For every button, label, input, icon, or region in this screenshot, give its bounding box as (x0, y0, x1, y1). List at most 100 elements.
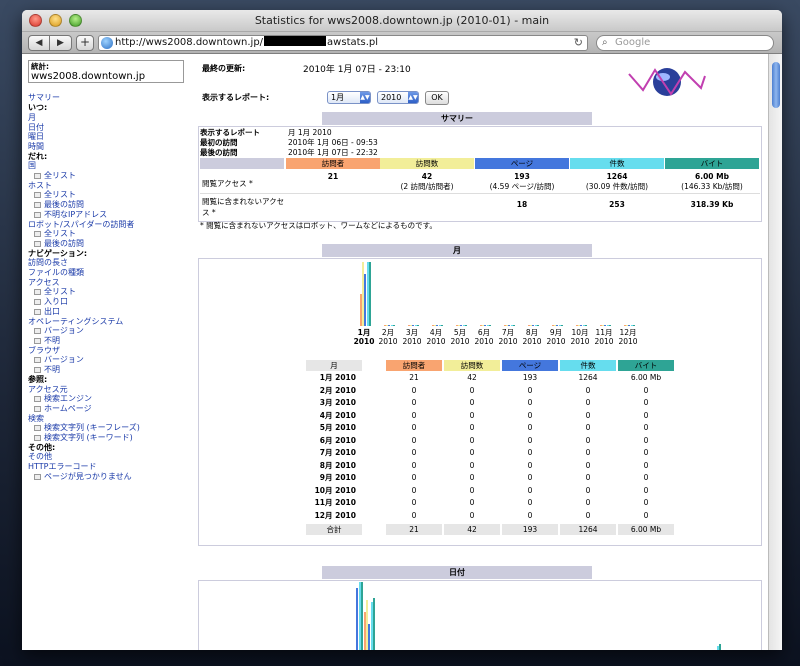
month-select-value: 1月 (331, 93, 345, 102)
page-content: 統計: wws2008.downtown.jp サマリー いつ: 月日付 曜日 時間 だれ… (22, 54, 782, 650)
minimize-window-button[interactable] (49, 14, 62, 27)
sidebar-label: 全リスト (44, 171, 76, 181)
sidebar-item[interactable]: ブラウザ (28, 346, 184, 356)
sidebar-subitem[interactable]: 全リスト (28, 229, 184, 239)
subitem-icon (34, 367, 41, 374)
sidebar-subitem[interactable]: バージョン (28, 326, 184, 336)
sidebar-subitem[interactable]: 検索エンジン (28, 394, 184, 404)
title-bar: Statistics for wws2008.downtown.jp (2010… (22, 10, 782, 32)
sidebar-label: ページが見つかりません (44, 471, 132, 481)
back-button[interactable]: ◀ (28, 35, 50, 51)
sidebar-label: だれ: (28, 151, 48, 161)
search-field[interactable]: ⌕ Google (596, 35, 774, 51)
host-name: wws2008.downtown.jp (31, 70, 146, 82)
stats-host-box: 統計: wws2008.downtown.jp (28, 60, 184, 84)
sidebar-subitem[interactable]: ホームページ (28, 404, 184, 414)
sidebar-subitem[interactable]: 検索文字列 (キーワード) (28, 433, 184, 443)
sidebar-item[interactable]: 曜日 (28, 132, 184, 142)
sidebar-subitem[interactable]: 全リスト (28, 287, 184, 297)
sidebar-label: いつ: (28, 103, 48, 113)
browser-toolbar: ◀ ▶ + http://wws2008.downtown.jp/awstats… (22, 32, 782, 54)
sidebar-item[interactable]: 検索 (28, 414, 184, 424)
sidebar-item[interactable]: 国 (28, 161, 184, 171)
sidebar-subitem[interactable]: 不明 (28, 336, 184, 346)
sidebar-label: 訪問の長さ (28, 258, 68, 268)
sidebar-item[interactable]: その他 (28, 452, 184, 462)
subitem-icon (34, 357, 41, 364)
sidebar-item[interactable]: サマリー (28, 93, 184, 103)
subitem-icon (34, 337, 41, 344)
forward-button[interactable]: ▶ (50, 35, 72, 51)
browser-window: Statistics for wws2008.downtown.jp (2010… (22, 10, 782, 650)
sidebar-subitem[interactable]: 最後の訪問 (28, 200, 184, 210)
subitem-icon (34, 289, 41, 296)
sidebar-item[interactable]: 訪問の長さ (28, 258, 184, 268)
subitem-icon (34, 473, 41, 480)
sidebar-item[interactable]: 時間 (28, 142, 184, 152)
vertical-scrollbar[interactable] (768, 54, 782, 650)
sidebar-label: 不明なIPアドレス (44, 209, 108, 219)
zoom-window-button[interactable] (69, 14, 82, 27)
search-placeholder: Google (615, 37, 651, 48)
window-title: Statistics for wws2008.downtown.jp (2010… (254, 14, 550, 27)
sidebar-item[interactable]: アクセス (28, 278, 184, 288)
sidebar-label: サマリー (28, 93, 60, 103)
sidebar-label: 全リスト (44, 229, 76, 239)
sidebar-item[interactable]: アクセス元 (28, 385, 184, 395)
sidebar-subitem[interactable]: 不明 (28, 365, 184, 375)
sidebar-item[interactable]: HTTPエラーコード (28, 462, 184, 472)
sidebar-label: ロボット/スパイダーの訪問者 (28, 219, 135, 229)
sidebar-subitem[interactable]: ページが見つかりません (28, 472, 184, 482)
sidebar-item[interactable]: ファイルの種類 (28, 268, 184, 278)
sidebar-label: アクセス (28, 277, 60, 287)
url-suffix: awstats.pl (327, 37, 379, 48)
awstats-logo (628, 68, 706, 96)
sidebar-label: 検索文字列 (キーフレーズ) (44, 423, 140, 433)
sidebar-label: 国 (28, 161, 36, 171)
sidebar: 統計: wws2008.downtown.jp サマリー いつ: 月日付 曜日 時間 だれ… (28, 60, 184, 482)
sidebar-item[interactable]: 月 (28, 113, 184, 123)
subitem-icon (34, 211, 41, 218)
sidebar-subitem[interactable]: 入り口 (28, 297, 184, 307)
subitem-icon (34, 202, 41, 209)
sidebar-subitem[interactable]: バージョン (28, 355, 184, 365)
sidebar-label: 不明 (44, 335, 60, 345)
subitem-icon (34, 425, 41, 432)
sidebar-subitem[interactable]: 最後の訪問 (28, 239, 184, 249)
sidebar-heading: 参照: (28, 375, 184, 385)
year-select-value: 2010 (381, 93, 402, 102)
sidebar-label: ホームページ (44, 403, 92, 413)
reload-icon[interactable]: ↻ (574, 36, 583, 50)
sidebar-label: 最後の訪問 (44, 238, 84, 248)
add-bookmark-button[interactable]: + (76, 35, 94, 51)
sidebar-label: 日付 (28, 122, 44, 132)
sidebar-label: バージョン (44, 326, 84, 336)
sidebar-label: アクセス元 (28, 384, 68, 394)
ok-button[interactable]: OK (425, 91, 449, 105)
scrollbar-thumb[interactable] (772, 62, 780, 108)
close-window-button[interactable] (29, 14, 42, 27)
subitem-icon (34, 405, 41, 412)
sidebar-item[interactable]: ロボット/スパイダーの訪問者 (28, 220, 184, 230)
sidebar-item[interactable]: 日付 (28, 123, 184, 133)
sidebar-heading: だれ: (28, 152, 184, 162)
sidebar-label: バージョン (44, 355, 84, 365)
sidebar-label: 入り口 (44, 297, 68, 307)
sidebar-label: ホスト (28, 180, 52, 190)
sidebar-label: 曜日 (28, 132, 44, 142)
sidebar-subitem[interactable]: 全リスト (28, 190, 184, 200)
month-select[interactable]: 1月 ▲▼ (327, 91, 371, 104)
sidebar-subitem[interactable]: 全リスト (28, 171, 184, 181)
sidebar-label: その他 (28, 452, 52, 462)
sidebar-label: 参照: (28, 374, 48, 384)
sidebar-subitem[interactable]: 出口 (28, 307, 184, 317)
sidebar-subitem[interactable]: 検索文字列 (キーフレーズ) (28, 423, 184, 433)
sidebar-item[interactable]: ホスト (28, 181, 184, 191)
sidebar-subitem[interactable]: 不明なIPアドレス (28, 210, 184, 220)
sidebar-label: 時間 (28, 141, 44, 151)
sidebar-item[interactable]: オペレーティングシステム (28, 317, 184, 327)
address-bar[interactable]: http://wws2008.downtown.jp/awstats.pl ↻ (98, 35, 588, 51)
sidebar-label: 月 (28, 112, 36, 122)
year-select[interactable]: 2010 ▲▼ (377, 91, 419, 104)
sidebar-label: 最後の訪問 (44, 200, 84, 210)
